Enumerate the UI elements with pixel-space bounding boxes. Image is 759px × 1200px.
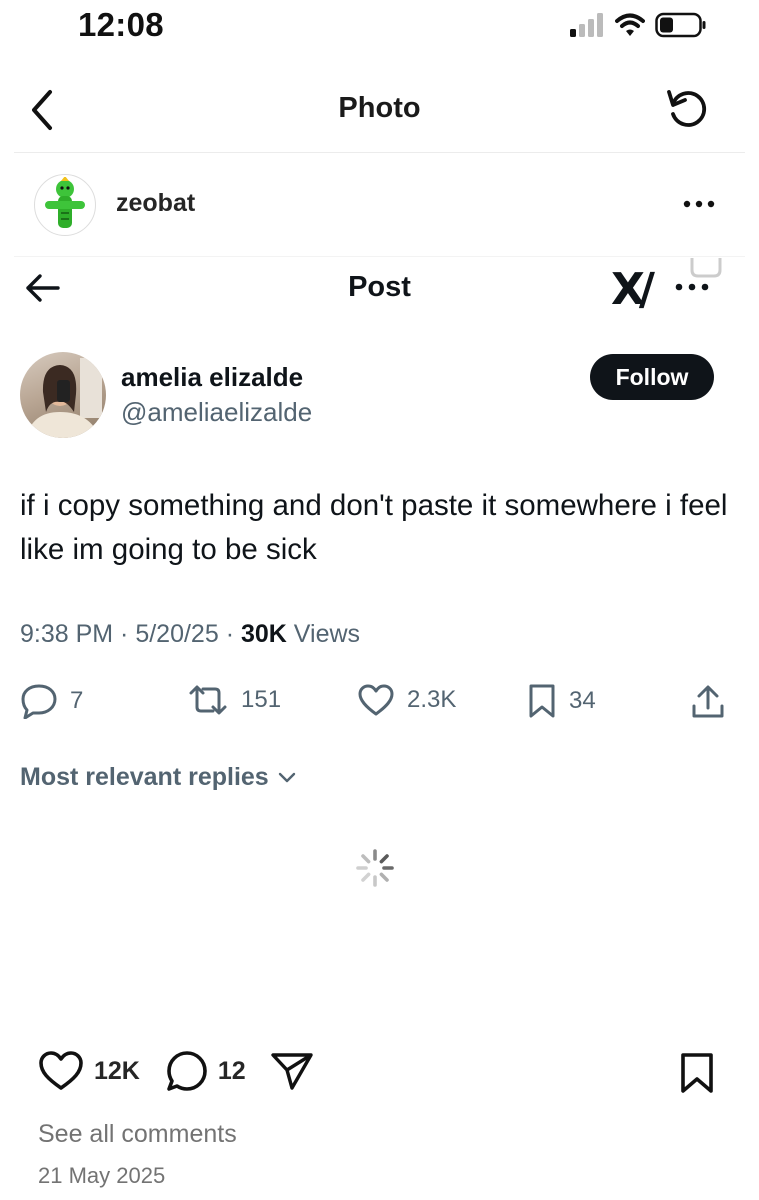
post-date: 21 May 2025 xyxy=(38,1163,166,1188)
username[interactable]: zeobat xyxy=(116,189,195,218)
bookmark-icon xyxy=(529,684,555,718)
repost-icon xyxy=(189,685,227,715)
copy-icon xyxy=(690,258,722,278)
share-icon[interactable] xyxy=(270,1051,314,1091)
bookmark-icon[interactable] xyxy=(679,1052,715,1094)
reply-action: 7 xyxy=(20,683,83,719)
like-count: 2.3K xyxy=(407,686,457,713)
see-all-comments-link[interactable]: See all comments xyxy=(38,1120,237,1149)
follow-button: Follow xyxy=(590,354,714,400)
more-options-icon xyxy=(675,283,709,291)
refresh-icon[interactable] xyxy=(665,86,711,132)
share-icon xyxy=(692,685,724,718)
ig-like-count[interactable]: 12K xyxy=(94,1057,140,1086)
chevron-down-icon xyxy=(278,772,295,782)
page-title: Photo xyxy=(338,92,421,124)
replies-sort-label: Most relevant replies xyxy=(20,763,269,791)
tweet-meta: 9:38 PM · 5/20/25 · 30K Views xyxy=(20,620,361,648)
battery-icon xyxy=(655,12,706,38)
repost-action: 151 xyxy=(187,683,281,717)
repost-count: 151 xyxy=(241,686,282,713)
ig-action-bar: 12K 12 xyxy=(38,1050,314,1092)
tweet-text: if i copy something and don't paste it s… xyxy=(20,489,728,566)
bookmark-action: 34 xyxy=(527,683,596,719)
views-label: Views xyxy=(293,620,361,648)
views-count: 30K xyxy=(240,620,287,648)
status-icons xyxy=(569,12,707,38)
header-divider xyxy=(14,152,745,153)
reply-icon xyxy=(21,684,57,719)
wifi-icon xyxy=(615,13,645,36)
avatar[interactable] xyxy=(34,174,96,236)
user-handle: @ameliaelizalde xyxy=(121,397,313,427)
ig-comment-count[interactable]: 12 xyxy=(218,1057,246,1086)
bookmark-count: 34 xyxy=(569,687,596,714)
display-name: amelia elizalde xyxy=(121,362,304,392)
post-divider xyxy=(14,256,745,257)
tweet-date: 5/20/25 xyxy=(135,620,219,648)
x-ai-logo: X∕ xyxy=(611,264,655,315)
signal-icon xyxy=(570,13,603,37)
tweet-time: 9:38 PM xyxy=(20,620,114,648)
replies-sort-dropdown: Most relevant replies xyxy=(20,763,297,792)
loading-spinner-icon xyxy=(356,849,394,887)
avatar xyxy=(20,352,106,438)
green-mascot-icon xyxy=(45,177,85,228)
reply-count: 7 xyxy=(70,687,84,714)
more-options-icon[interactable] xyxy=(683,200,715,208)
heart-icon xyxy=(358,684,394,716)
status-time: 12:08 xyxy=(78,6,164,43)
like-action: 2.3K xyxy=(357,683,456,717)
comment-icon[interactable] xyxy=(166,1050,208,1092)
profile-photo-icon xyxy=(26,358,102,438)
heart-icon[interactable] xyxy=(38,1050,84,1092)
